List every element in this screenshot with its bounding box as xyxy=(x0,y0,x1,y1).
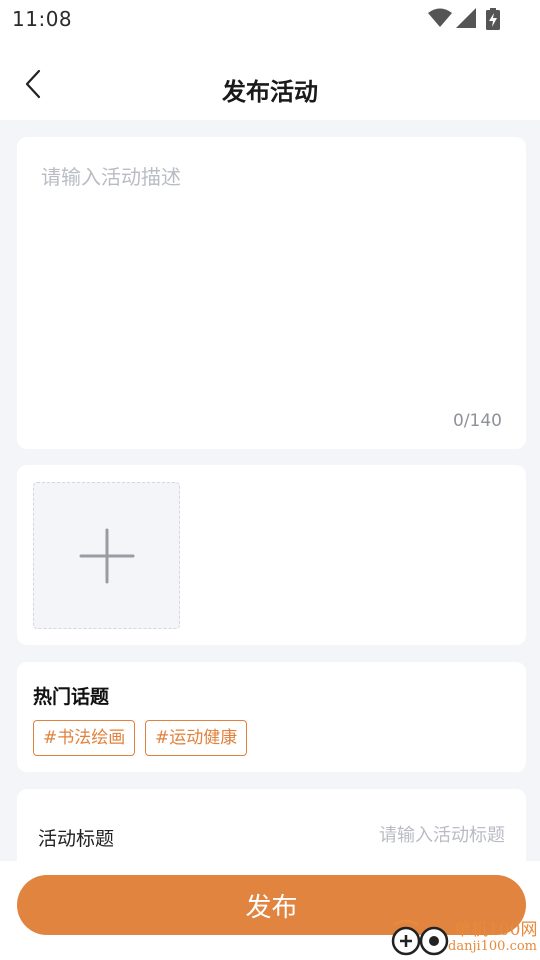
watermark-name: 单机100网 xyxy=(454,920,538,940)
navigation-bar: 发布活动 xyxy=(0,40,540,120)
battery-charging-icon xyxy=(486,8,500,30)
page-title: 发布活动 xyxy=(222,78,318,106)
character-counter: 0/140 xyxy=(453,411,502,431)
status-bar: 11:08 xyxy=(0,0,540,40)
hot-topics-card: 热门话题 #书法绘画 #运动健康 xyxy=(17,662,526,772)
activity-title-label: 活动标题 xyxy=(38,828,115,850)
add-photo-button[interactable] xyxy=(33,482,180,629)
photo-upload-card xyxy=(17,465,526,645)
hot-topics-title: 热门话题 xyxy=(33,686,110,708)
cellular-signal-icon xyxy=(456,8,476,28)
description-input[interactable] xyxy=(41,161,501,401)
watermark-logo-icon xyxy=(391,919,449,956)
description-card: 0/140 xyxy=(17,137,526,449)
watermark: 单机100网 danji100.com xyxy=(386,915,538,957)
status-time: 11:08 xyxy=(12,7,73,31)
watermark-url: danji100.com xyxy=(448,939,538,954)
wifi-icon xyxy=(428,8,452,27)
plus-icon xyxy=(79,528,135,584)
activity-title-input[interactable] xyxy=(305,819,505,851)
topic-tag[interactable]: #运动健康 xyxy=(145,720,248,756)
topic-tag[interactable]: #书法绘画 xyxy=(33,720,136,756)
